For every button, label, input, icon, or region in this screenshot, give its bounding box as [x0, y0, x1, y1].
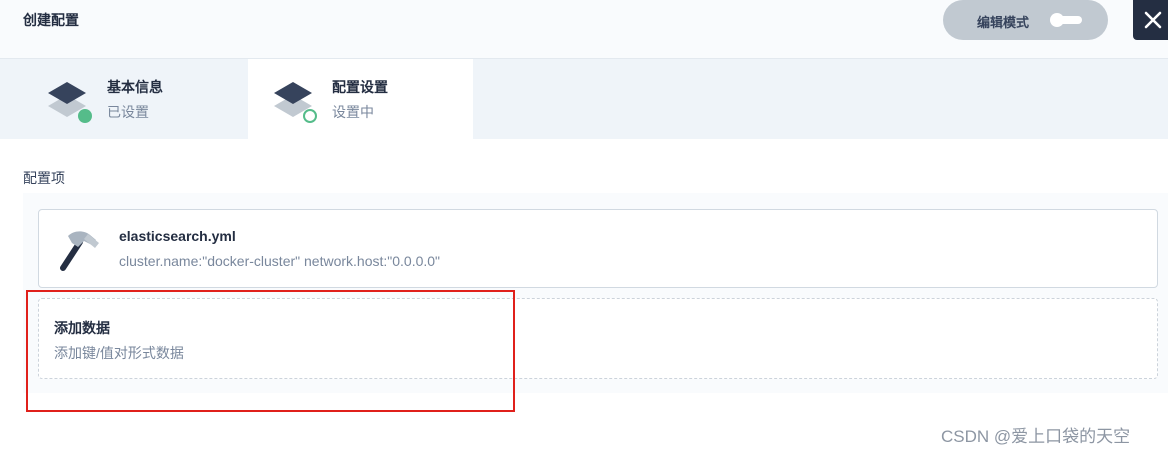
step-status: 设置中 — [332, 104, 374, 120]
section-label: 配置项 — [23, 170, 65, 186]
page-title: 创建配置 — [23, 12, 79, 28]
step-basic-info[interactable]: 基本信息 已设置 — [0, 59, 225, 139]
hammer-icon — [60, 231, 99, 271]
config-item-description: cluster.name:"docker-cluster" network.ho… — [119, 253, 441, 269]
layers-icon — [48, 82, 92, 123]
close-icon — [1144, 11, 1162, 29]
close-button[interactable] — [1133, 0, 1168, 40]
config-item[interactable]: elasticsearch.yml cluster.name:"docker-c… — [38, 209, 1158, 288]
edit-mode-toggle[interactable]: 编辑模式 — [943, 0, 1108, 40]
step-status: 已设置 — [107, 104, 149, 120]
step-config-settings[interactable]: 配置设置 设置中 — [248, 59, 473, 139]
step-title: 基本信息 — [107, 79, 163, 95]
annotation-highlight-box — [26, 290, 515, 412]
step-title: 配置设置 — [332, 79, 388, 95]
edit-mode-label: 编辑模式 — [977, 15, 1030, 30]
config-item-title: elasticsearch.yml — [119, 228, 236, 244]
toggle-switch-icon[interactable] — [1050, 13, 1082, 27]
modal-header: 创建配置 编辑模式 — [0, 0, 1168, 59]
layers-icon — [274, 82, 317, 123]
watermark: CSDN @爱上口袋的天空 — [941, 427, 1131, 446]
step-bar: 基本信息 已设置 配置设置 设置中 — [0, 59, 1168, 139]
